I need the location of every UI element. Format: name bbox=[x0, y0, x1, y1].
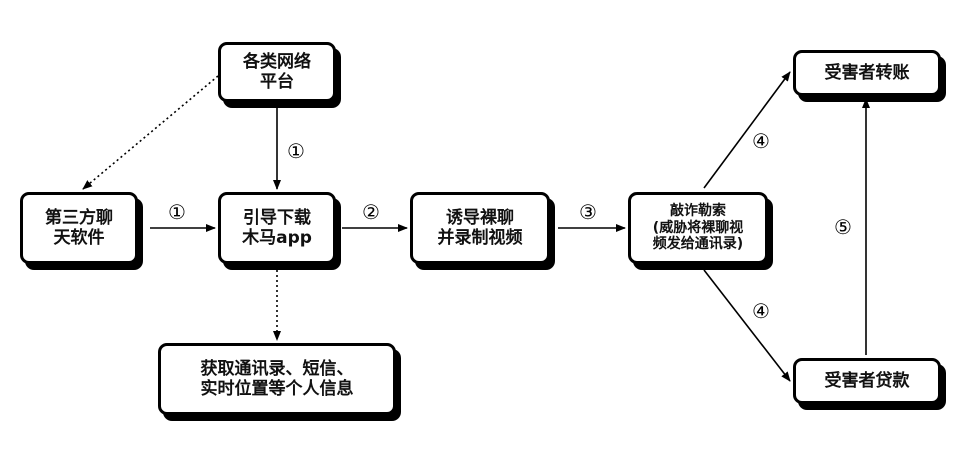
flow-diagram: ① ① ② ③ ④ ④ ⑤ 各类网络 平台 第三方聊 天软件 引导下载 木马app 诱… bbox=[0, 0, 965, 453]
edge-platform-thirdparty bbox=[82, 75, 219, 190]
node-extortion: 敲诈勒索 (威胁将裸聊视 频发给通讯录) bbox=[628, 192, 768, 264]
node-lure-and-record-video: 诱导裸聊 并录制视频 bbox=[410, 192, 550, 264]
step-label-4-down: ④ bbox=[752, 299, 770, 323]
edge-blackmail-loan bbox=[703, 269, 791, 382]
node-network-platforms: 各类网络 平台 bbox=[218, 42, 336, 102]
node-victim-transfer: 受害者转账 bbox=[793, 50, 941, 96]
edge-blackmail-transfer bbox=[703, 71, 791, 189]
step-label-1-vertical: ① bbox=[287, 139, 305, 163]
node-label: 各类网络 平台 bbox=[243, 51, 311, 92]
node-third-party-chat-software: 第三方聊 天软件 bbox=[20, 192, 138, 264]
step-label-5: ⑤ bbox=[834, 215, 852, 239]
node-obtain-personal-info: 获取通讯录、短信、 实时位置等个人信息 bbox=[158, 343, 396, 415]
step-label-2: ② bbox=[362, 200, 380, 224]
step-label-1-horizontal: ① bbox=[168, 200, 186, 224]
step-label-4-up: ④ bbox=[752, 129, 770, 153]
node-label: 受害者贷款 bbox=[824, 370, 910, 391]
node-label: 第三方聊 天软件 bbox=[45, 207, 113, 248]
node-label: 引导下载 木马app bbox=[242, 207, 312, 248]
node-label: 获取通讯录、短信、 实时位置等个人信息 bbox=[200, 358, 354, 399]
step-label-3: ③ bbox=[579, 200, 597, 224]
node-victim-loan: 受害者贷款 bbox=[793, 358, 941, 404]
node-download-trojan-app: 引导下载 木马app bbox=[218, 192, 336, 264]
node-label: 诱导裸聊 并录制视频 bbox=[437, 207, 523, 248]
node-label: 受害者转账 bbox=[824, 62, 910, 83]
node-label: 敲诈勒索 (威胁将裸聊视 频发给通讯录) bbox=[652, 202, 744, 253]
